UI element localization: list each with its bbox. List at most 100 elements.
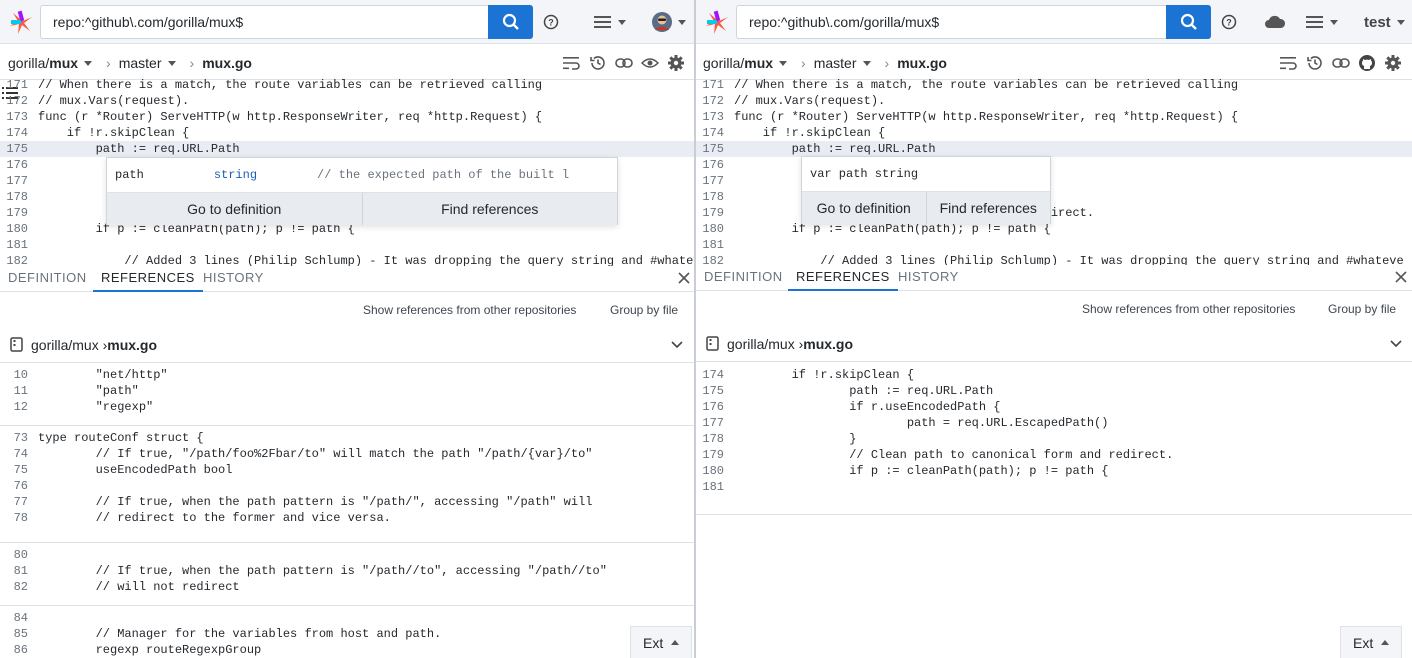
code-line-highlighted: 175 path := req.URL.Path [696,141,1412,157]
wrap-lines-icon[interactable] [1279,53,1299,73]
reference-line: 75 useEncodedPath bool [13,463,233,477]
reference-line: 86 regexp routeRegexpGroup [13,643,262,657]
hover-tooltip: path string// the expected path of the bu… [106,157,618,225]
left-window: repo:^github\.com/gorilla/mux$ ? gorilla… [0,0,694,658]
reference-line: 74 // If true, "/path/foo%2Fbar/to" will… [13,447,593,461]
file-name: mux.go [202,55,252,71]
panel-tabs: DEFINITION REFERENCES HISTORY [696,265,1412,291]
repo-icon [10,337,23,352]
history-icon[interactable] [588,53,608,73]
reference-line: 178 } [702,432,857,446]
reference-group[interactable]: 73 type routeConf struct { 74 // If true,… [0,430,694,543]
reference-file-header[interactable]: gorilla/mux › mux.go [0,327,694,363]
reference-line: 82 // will not redirect [13,580,240,594]
reference-line: 12 "regexp" [13,400,154,414]
reference-line: 81 // If true, when the path pattern is … [13,564,607,578]
history-icon[interactable] [1305,53,1325,73]
reference-line: 73 type routeConf struct { [13,431,204,445]
file-breadcrumb-bar: gorilla/mux › master › mux.go [0,45,694,80]
hover-signature: var path string [802,157,1050,192]
extensions-toggle[interactable]: Ext [1340,626,1403,658]
cloud-icon[interactable] [1264,12,1286,32]
file-breadcrumb-bar: gorilla/mux › master › mux.go [696,45,1412,80]
reference-line: 77 // If true, when the path pattern is … [13,495,593,509]
code-line: 181 [6,238,28,252]
eye-icon[interactable] [640,53,660,73]
svg-text:?: ? [548,18,554,28]
branch-selector[interactable]: master [814,55,857,71]
search-button[interactable] [1166,5,1211,39]
search-input[interactable]: repo:^github\.com/gorilla/mux$ [40,5,488,39]
code-line: 182 // Added 3 lines (Philip Schlump) - … [702,254,1404,265]
reference-file-header[interactable]: gorilla/mux › mux.go [696,326,1412,362]
github-icon[interactable] [1357,53,1377,73]
group-by-file-toggle[interactable]: Group by file [610,303,678,317]
repo-link[interactable]: gorilla/mux [8,55,78,71]
reference-line: 174 if !r.skipClean { [702,368,915,382]
search-input[interactable]: repo:^github\.com/gorilla/mux$ [736,5,1166,39]
group-by-file-toggle[interactable]: Group by file [1328,302,1396,316]
code-line: 171// When there is a match, the route v… [702,78,1239,92]
sourcegraph-logo-icon[interactable] [8,9,34,35]
reference-line: 85 // Manager for the variables from hos… [13,627,442,641]
show-other-repos-toggle[interactable]: Show references from other repositories [1082,302,1295,316]
menu-dropdown[interactable] [1306,12,1338,32]
tab-definition[interactable]: DEFINITION [0,266,95,292]
link-icon[interactable] [614,53,634,73]
find-references-button[interactable]: Find references [361,193,618,225]
repo-link[interactable]: gorilla/mux [703,55,773,71]
code-line: 181 [702,238,724,252]
chevron-right-icon: › [884,55,890,71]
help-icon[interactable]: ? [1221,12,1237,32]
reference-line: 175 path := req.URL.Path [702,384,994,398]
chevron-right-icon: › [801,55,806,71]
user-avatar-dropdown[interactable] [652,12,686,32]
reference-group[interactable]: 174 if !r.skipClean { 175 path := req.UR… [696,366,1412,515]
reference-line: 180 if p := cleanPath(path); p != path { [702,464,1109,478]
hover-signature: path string// the expected path of the bu… [107,158,617,193]
help-icon[interactable]: ? [543,12,559,32]
close-panel-icon[interactable] [676,270,692,286]
menu-dropdown[interactable] [594,12,626,32]
reference-line: 76 [13,479,28,493]
settings-gear-icon[interactable] [1383,53,1403,73]
branch-selector[interactable]: master [119,55,162,71]
close-panel-icon[interactable] [1393,269,1409,285]
tab-definition[interactable]: DEFINITION [696,265,791,291]
hamburger-menu-icon [594,16,611,28]
reference-line: 179 // Clean path to canonical form and … [702,448,1174,462]
settings-gear-icon[interactable] [666,53,686,73]
hamburger-menu-icon [1306,16,1323,28]
go-to-definition-button[interactable]: Go to definition [802,192,926,224]
avatar-icon [652,12,672,32]
link-icon[interactable] [1331,53,1351,73]
tab-references[interactable]: REFERENCES [93,266,203,292]
top-navbar: repo:^github\.com/gorilla/mux$ ? [0,0,694,44]
reference-line: 176 if r.useEncodedPath { [702,400,1001,414]
reference-line: 78 // redirect to the former and vice ve… [13,511,391,525]
reference-group[interactable]: 80 81 // If true, when the path pattern … [0,547,694,606]
references-options: Show references from other repositories … [0,294,694,326]
file-actions [1279,53,1403,73]
file-actions [562,53,686,73]
wrap-lines-icon[interactable] [562,53,582,73]
breadcrumb: gorilla/mux › master › mux.go [703,55,947,71]
go-to-definition-button[interactable]: Go to definition [107,193,362,225]
chevron-down-icon[interactable] [671,341,683,349]
chevron-down-icon[interactable] [1390,340,1402,348]
extensions-toggle[interactable]: Ext [630,626,693,658]
tab-history[interactable]: HISTORY [890,265,967,291]
tab-references[interactable]: REFERENCES [788,265,898,291]
file-name: mux.go [897,55,947,71]
code-line: 174 if !r.skipClean { [6,126,190,140]
reference-group[interactable]: 84 85 // Manager for the variables from … [0,610,694,658]
reference-line: 80 [13,548,28,562]
find-references-button[interactable]: Find references [925,192,1051,224]
reference-group[interactable]: 10 "net/http" 11 "path" 12 "regexp" [0,367,694,426]
tab-history[interactable]: HISTORY [195,266,272,292]
sourcegraph-logo-icon[interactable] [704,9,730,35]
search-button[interactable] [488,5,533,39]
user-menu-dropdown[interactable]: test [1364,12,1405,32]
reference-line: 10 "net/http" [13,368,168,382]
show-other-repos-toggle[interactable]: Show references from other repositories [363,303,576,317]
